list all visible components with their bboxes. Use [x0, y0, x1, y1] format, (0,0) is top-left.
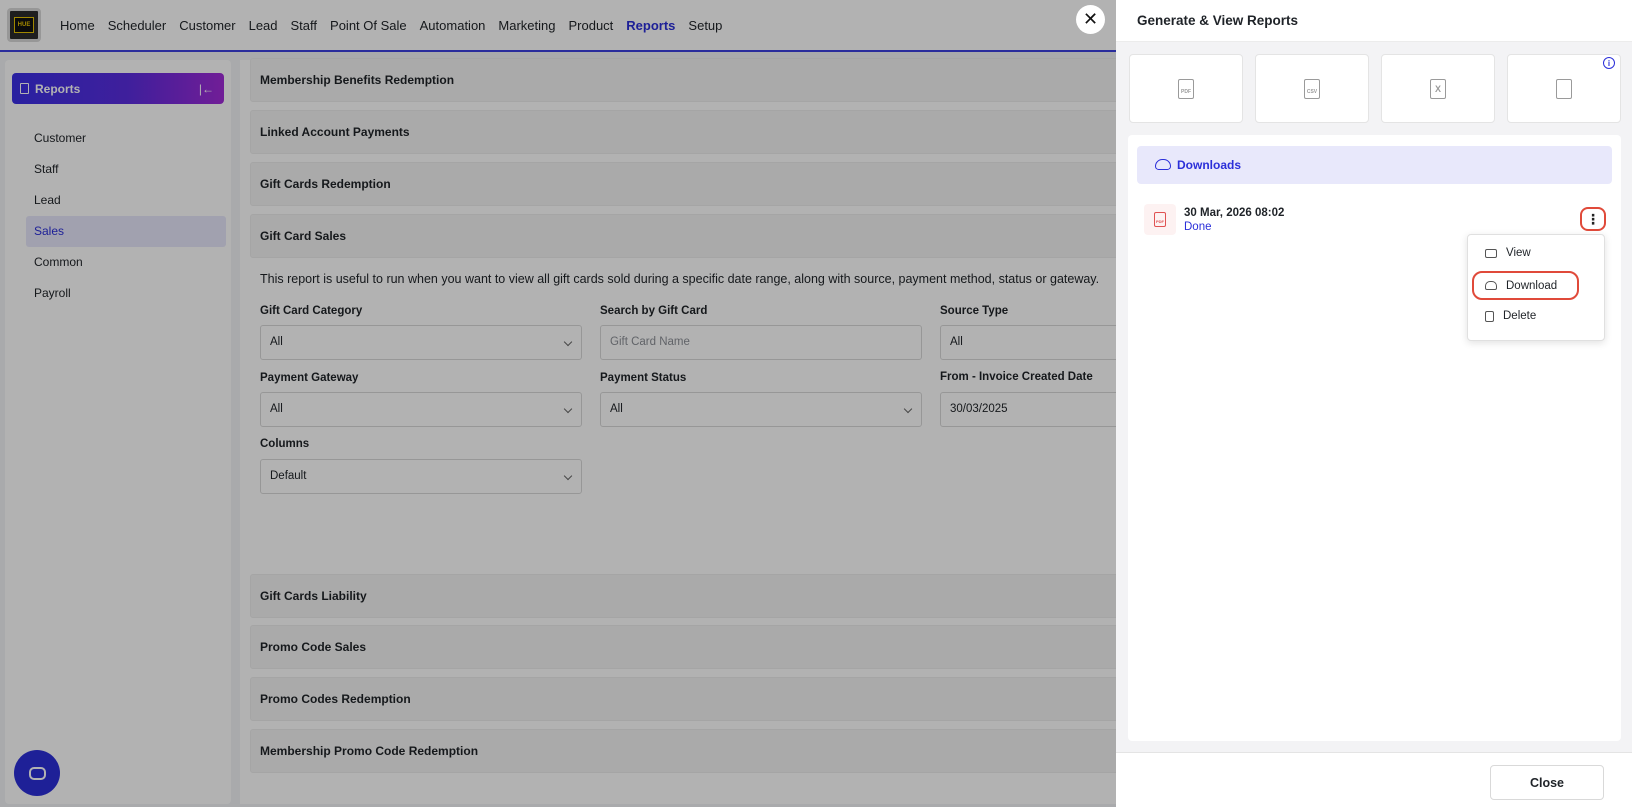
more-options-button[interactable]: ⋮ — [1580, 207, 1606, 231]
menu-delete-label: Delete — [1503, 310, 1537, 322]
excel-icon: X — [1430, 78, 1446, 99]
contact-file-icon — [1556, 78, 1572, 99]
download-date: 30 Mar, 2026 08:02 — [1184, 207, 1285, 219]
download-status: Done — [1184, 221, 1212, 233]
book-icon — [1485, 248, 1497, 258]
info-icon[interactable]: i — [1603, 57, 1615, 69]
panel-footer: Close — [1116, 752, 1632, 807]
export-excel-button[interactable]: X — [1381, 54, 1495, 123]
downloads-label: Downloads — [1177, 158, 1242, 172]
modal-backdrop[interactable] — [0, 0, 1116, 807]
close-button[interactable]: Close — [1490, 765, 1604, 800]
cloud-download-icon — [1485, 281, 1497, 290]
menu-download-label: Download — [1506, 279, 1558, 292]
menu-view-label: View — [1506, 247, 1531, 259]
trash-icon — [1485, 310, 1494, 322]
csv-icon: CSV — [1304, 78, 1320, 99]
downloads-card: Downloads PDF 30 Mar, 2026 08:02 Done ⋮ … — [1128, 135, 1621, 741]
pdf-file-badge: PDF — [1144, 204, 1176, 235]
menu-delete[interactable]: Delete — [1485, 310, 1536, 322]
pdf-icon: PDF — [1154, 212, 1166, 227]
download-actions-menu: View Download Delete — [1467, 234, 1605, 341]
panel-title: Generate & View Reports — [1116, 0, 1632, 42]
menu-download[interactable]: Download — [1472, 271, 1579, 300]
export-csv-button[interactable]: CSV — [1255, 54, 1369, 123]
export-pdf-button[interactable]: PDF — [1129, 54, 1243, 123]
generate-reports-panel: Generate & View Reports PDF CSV X i Down… — [1116, 0, 1632, 807]
pdf-icon: PDF — [1178, 78, 1194, 99]
downloads-header: Downloads — [1137, 146, 1612, 184]
menu-view[interactable]: View — [1485, 247, 1531, 259]
cloud-download-icon — [1155, 159, 1171, 170]
close-panel-icon[interactable]: ✕ — [1076, 5, 1105, 34]
